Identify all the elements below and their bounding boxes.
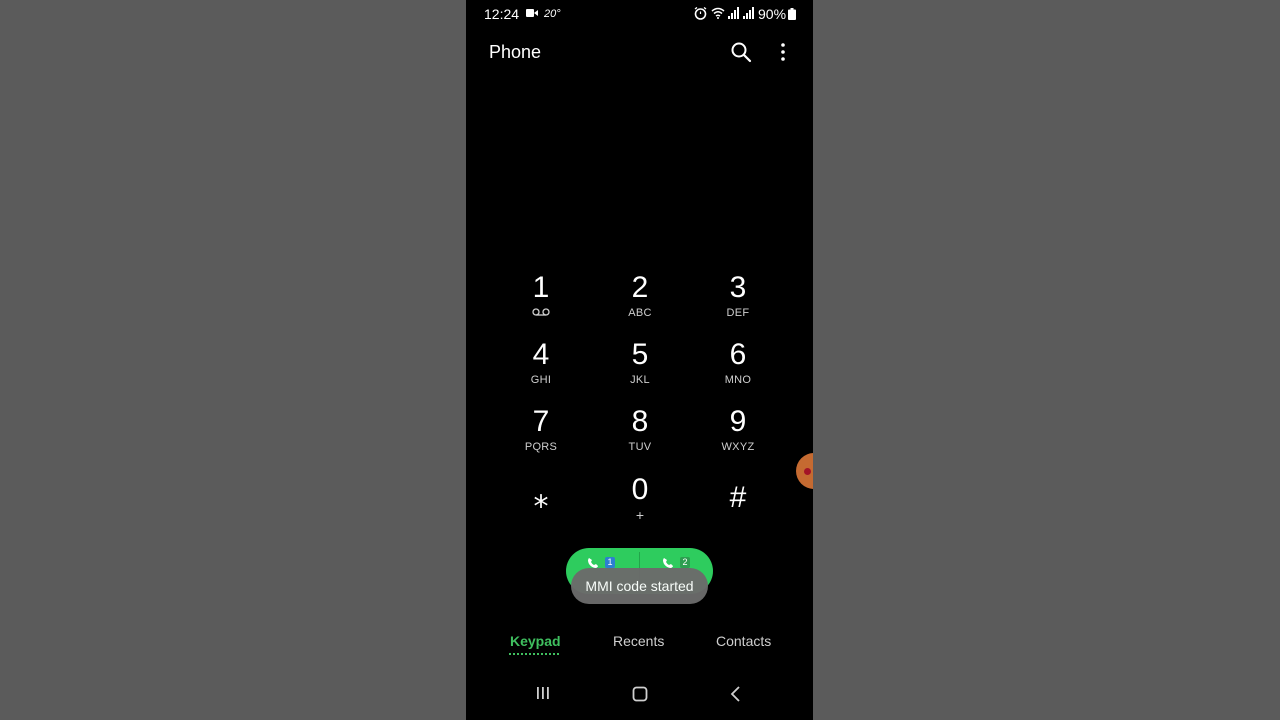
key-star[interactable]: ⁎ (501, 482, 581, 538)
search-icon[interactable] (730, 41, 752, 63)
key-8[interactable]: 8 TUV (600, 406, 680, 462)
key-0[interactable]: 0 + (600, 474, 680, 530)
screen-recorder-bubble[interactable] (796, 453, 813, 489)
key-digit: # (729, 481, 747, 514)
status-temperature: 20° (544, 8, 561, 20)
wifi-icon (711, 7, 725, 19)
key-letters: MNO (724, 374, 752, 386)
key-letters: WXYZ (721, 441, 755, 453)
key-2[interactable]: 2 ABC (600, 272, 680, 328)
recents-nav-icon[interactable] (535, 686, 551, 700)
tab-recents[interactable]: Recents (613, 633, 664, 649)
background-right (813, 0, 1280, 720)
key-hash[interactable]: # (698, 482, 778, 538)
key-digit: 4 (532, 338, 550, 371)
key-digit: 7 (532, 405, 550, 438)
key-letters: TUV (628, 441, 652, 453)
key-7[interactable]: 7 PQRS (501, 406, 581, 462)
key-digit: 1 (532, 271, 550, 304)
video-icon (526, 9, 538, 17)
key-6[interactable]: 6 MNO (698, 339, 778, 395)
back-nav-icon[interactable] (730, 686, 742, 702)
sim1-badge: 1 (605, 557, 615, 568)
battery-percent: 90% (758, 6, 787, 22)
key-letters: JKL (630, 374, 650, 386)
key-letters: ABC (628, 307, 652, 319)
key-digit: 0 (631, 473, 649, 506)
tab-keypad[interactable]: Keypad (510, 633, 561, 649)
tab-contacts[interactable]: Contacts (716, 633, 771, 649)
home-nav-icon[interactable] (632, 686, 648, 702)
key-1[interactable]: 1 (501, 272, 581, 328)
key-5[interactable]: 5 JKL (600, 339, 680, 395)
key-digit: 8 (631, 405, 649, 438)
key-4[interactable]: 4 GHI (501, 339, 581, 395)
key-digit: ⁎ (533, 481, 549, 514)
background-left (0, 0, 466, 720)
phone-screen: 12:24 20° 90% Phone 1 2 ABC 3 DEF 4 GHI … (466, 0, 813, 720)
battery-icon (788, 8, 796, 20)
key-letters: GHI (530, 374, 552, 386)
signal-icon (743, 7, 754, 19)
alarm-icon (694, 7, 707, 20)
key-letters: DEF (726, 307, 750, 319)
key-digit: 9 (729, 405, 747, 438)
key-digit: 3 (729, 271, 747, 304)
status-time: 12:24 (484, 6, 520, 22)
key-digit: 5 (631, 338, 649, 371)
toast-message: MMI code started (571, 568, 708, 604)
active-tab-indicator (509, 651, 559, 655)
key-9[interactable]: 9 WXYZ (698, 406, 778, 462)
key-digit: 2 (631, 271, 649, 304)
signal-icon (728, 7, 739, 19)
status-bar: 12:24 20° 90% (466, 0, 813, 28)
page-title: Phone (489, 42, 542, 62)
record-dot-icon (804, 468, 811, 475)
more-vertical-icon[interactable] (774, 41, 792, 63)
key-letters: PQRS (524, 441, 558, 453)
key-3[interactable]: 3 DEF (698, 272, 778, 328)
sim2-badge: 2 (680, 557, 690, 568)
key-letters: + (635, 507, 645, 523)
key-digit: 6 (729, 338, 747, 371)
voicemail-icon (532, 308, 550, 316)
